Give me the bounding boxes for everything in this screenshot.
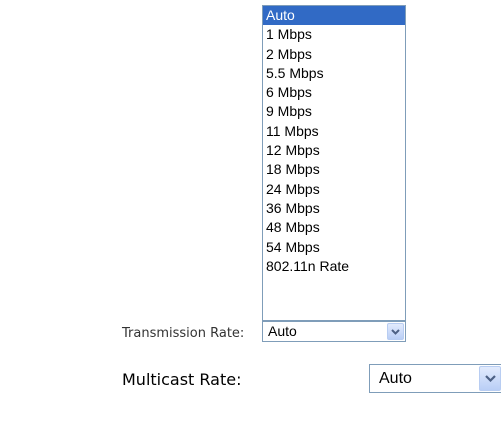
- multicast-rate-value: Auto: [379, 370, 412, 387]
- option-18-mbps[interactable]: 18 Mbps: [263, 160, 405, 179]
- option-36-mbps[interactable]: 36 Mbps: [263, 199, 405, 218]
- transmission-rate-label: Transmission Rate:: [122, 326, 245, 341]
- option-48-mbps[interactable]: 48 Mbps: [263, 218, 405, 237]
- chevron-down-icon: [391, 328, 400, 335]
- chevron-down-icon: [484, 375, 496, 382]
- option-24-mbps[interactable]: 24 Mbps: [263, 180, 405, 199]
- option-2-mbps[interactable]: 2 Mbps: [263, 45, 405, 64]
- option-1-mbps[interactable]: 1 Mbps: [263, 25, 405, 44]
- transmission-rate-value: Auto: [268, 323, 297, 339]
- transmission-rate-options-list[interactable]: Auto 1 Mbps 2 Mbps 5.5 Mbps 6 Mbps 9 Mbp…: [262, 5, 406, 321]
- option-6-mbps[interactable]: 6 Mbps: [263, 83, 405, 102]
- option-auto[interactable]: Auto: [263, 6, 405, 26]
- transmission-rate-select[interactable]: Auto: [262, 321, 406, 342]
- option-802-11n-rate[interactable]: 802.11n Rate: [263, 257, 405, 276]
- option-9-mbps[interactable]: 9 Mbps: [263, 102, 405, 121]
- transmission-rate-dropdown-button[interactable]: [387, 323, 404, 340]
- option-12-mbps[interactable]: 12 Mbps: [263, 141, 405, 160]
- option-5-5-mbps[interactable]: 5.5 Mbps: [263, 64, 405, 83]
- option-11-mbps[interactable]: 11 Mbps: [263, 122, 405, 141]
- option-54-mbps[interactable]: 54 Mbps: [263, 238, 405, 257]
- multicast-rate-dropdown-button[interactable]: [479, 366, 501, 391]
- multicast-rate-select[interactable]: Auto: [369, 364, 501, 393]
- multicast-rate-label: Multicast Rate:: [122, 370, 242, 389]
